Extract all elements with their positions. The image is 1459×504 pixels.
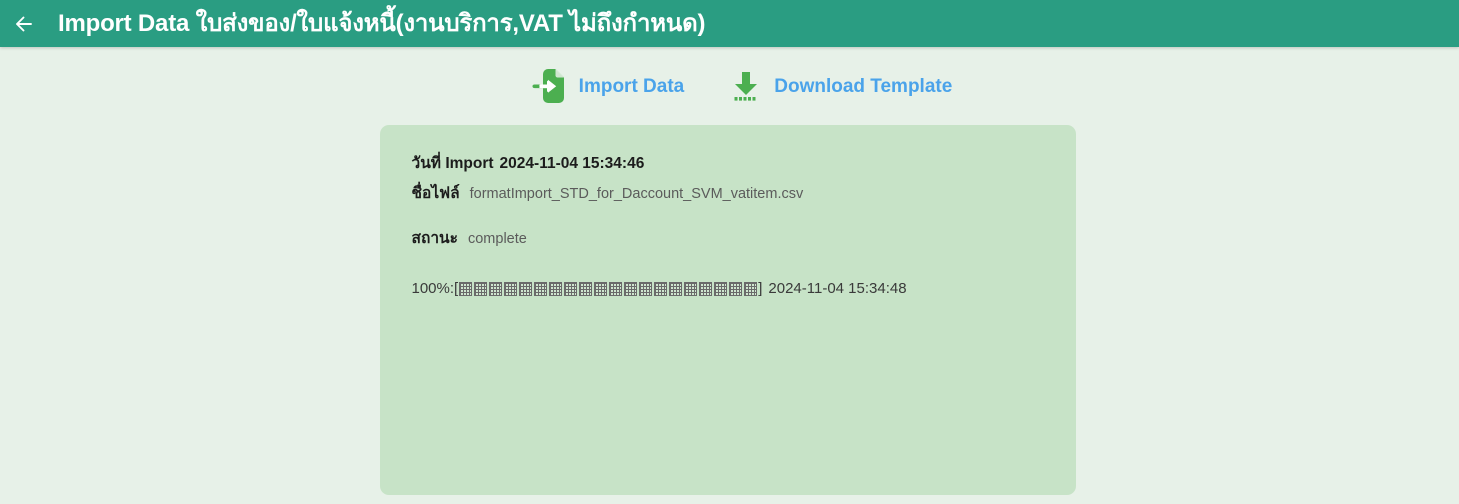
progress-block	[564, 281, 578, 296]
progress-block	[654, 281, 668, 296]
download-template-button[interactable]: Download Template	[730, 69, 952, 103]
app-header: Import Data ใบส่งของ/ใบแจ้งหนี้(งานบริกา…	[0, 0, 1459, 47]
progress-block	[624, 281, 638, 296]
back-button[interactable]	[4, 4, 44, 44]
action-toolbar: Import Data Download Template	[0, 47, 1459, 125]
progress-block	[474, 281, 488, 296]
import-status-card: วันที่ Import 2024-11-04 15:34:46 ชื่อไฟ…	[379, 125, 1076, 495]
download-template-label: Download Template	[774, 75, 953, 97]
progress-block	[549, 281, 563, 296]
progress-block	[669, 281, 683, 296]
arrow-left-icon	[12, 12, 36, 36]
file-name-row: ชื่อไฟล์ formatImport_STD_for_Daccount_S…	[380, 185, 1076, 204]
progress-line: 100%: [ ] 2024-11-04 15:34:48	[380, 280, 1076, 298]
progress-bar	[459, 281, 758, 296]
file-name-value: formatImport_STD_for_Daccount_SVM_vatite…	[469, 185, 804, 202]
download-icon	[730, 69, 762, 103]
import-data-label: Import Data	[578, 75, 685, 97]
page-title: Import Data ใบส่งของ/ใบแจ้งหนี้(งานบริกา…	[58, 9, 706, 37]
status-row: สถานะ complete	[380, 230, 1076, 249]
progress-block	[699, 281, 713, 296]
progress-block	[609, 281, 623, 296]
progress-block	[489, 281, 503, 296]
import-data-button[interactable]: Import Data	[531, 67, 685, 105]
progress-block	[684, 281, 698, 296]
progress-block	[459, 281, 473, 296]
progress-block	[534, 281, 548, 296]
import-file-icon	[531, 67, 567, 105]
progress-block	[714, 281, 728, 296]
status-value: complete	[467, 231, 527, 248]
progress-timestamp: 2024-11-04 15:34:48	[768, 279, 907, 297]
import-status-card-wrapper: วันที่ Import 2024-11-04 15:34:46 ชื่อไฟ…	[0, 125, 1459, 495]
progress-bracket-open: [	[454, 279, 459, 297]
progress-block	[579, 281, 593, 296]
progress-block	[504, 281, 518, 296]
progress-block	[594, 281, 608, 296]
progress-block	[519, 281, 533, 296]
progress-percent: 100%:	[411, 279, 455, 297]
import-date-label: วันที่ Import	[411, 155, 494, 172]
progress-bracket-close: ]	[758, 279, 763, 297]
progress-block	[729, 281, 743, 296]
import-date-value: 2024-11-04 15:34:46	[499, 155, 645, 172]
file-name-label: ชื่อไฟล์	[411, 184, 460, 202]
progress-block	[639, 281, 653, 296]
import-date-row: วันที่ Import 2024-11-04 15:34:46	[380, 155, 1076, 174]
status-label: สถานะ	[411, 230, 458, 248]
progress-block	[744, 281, 758, 296]
